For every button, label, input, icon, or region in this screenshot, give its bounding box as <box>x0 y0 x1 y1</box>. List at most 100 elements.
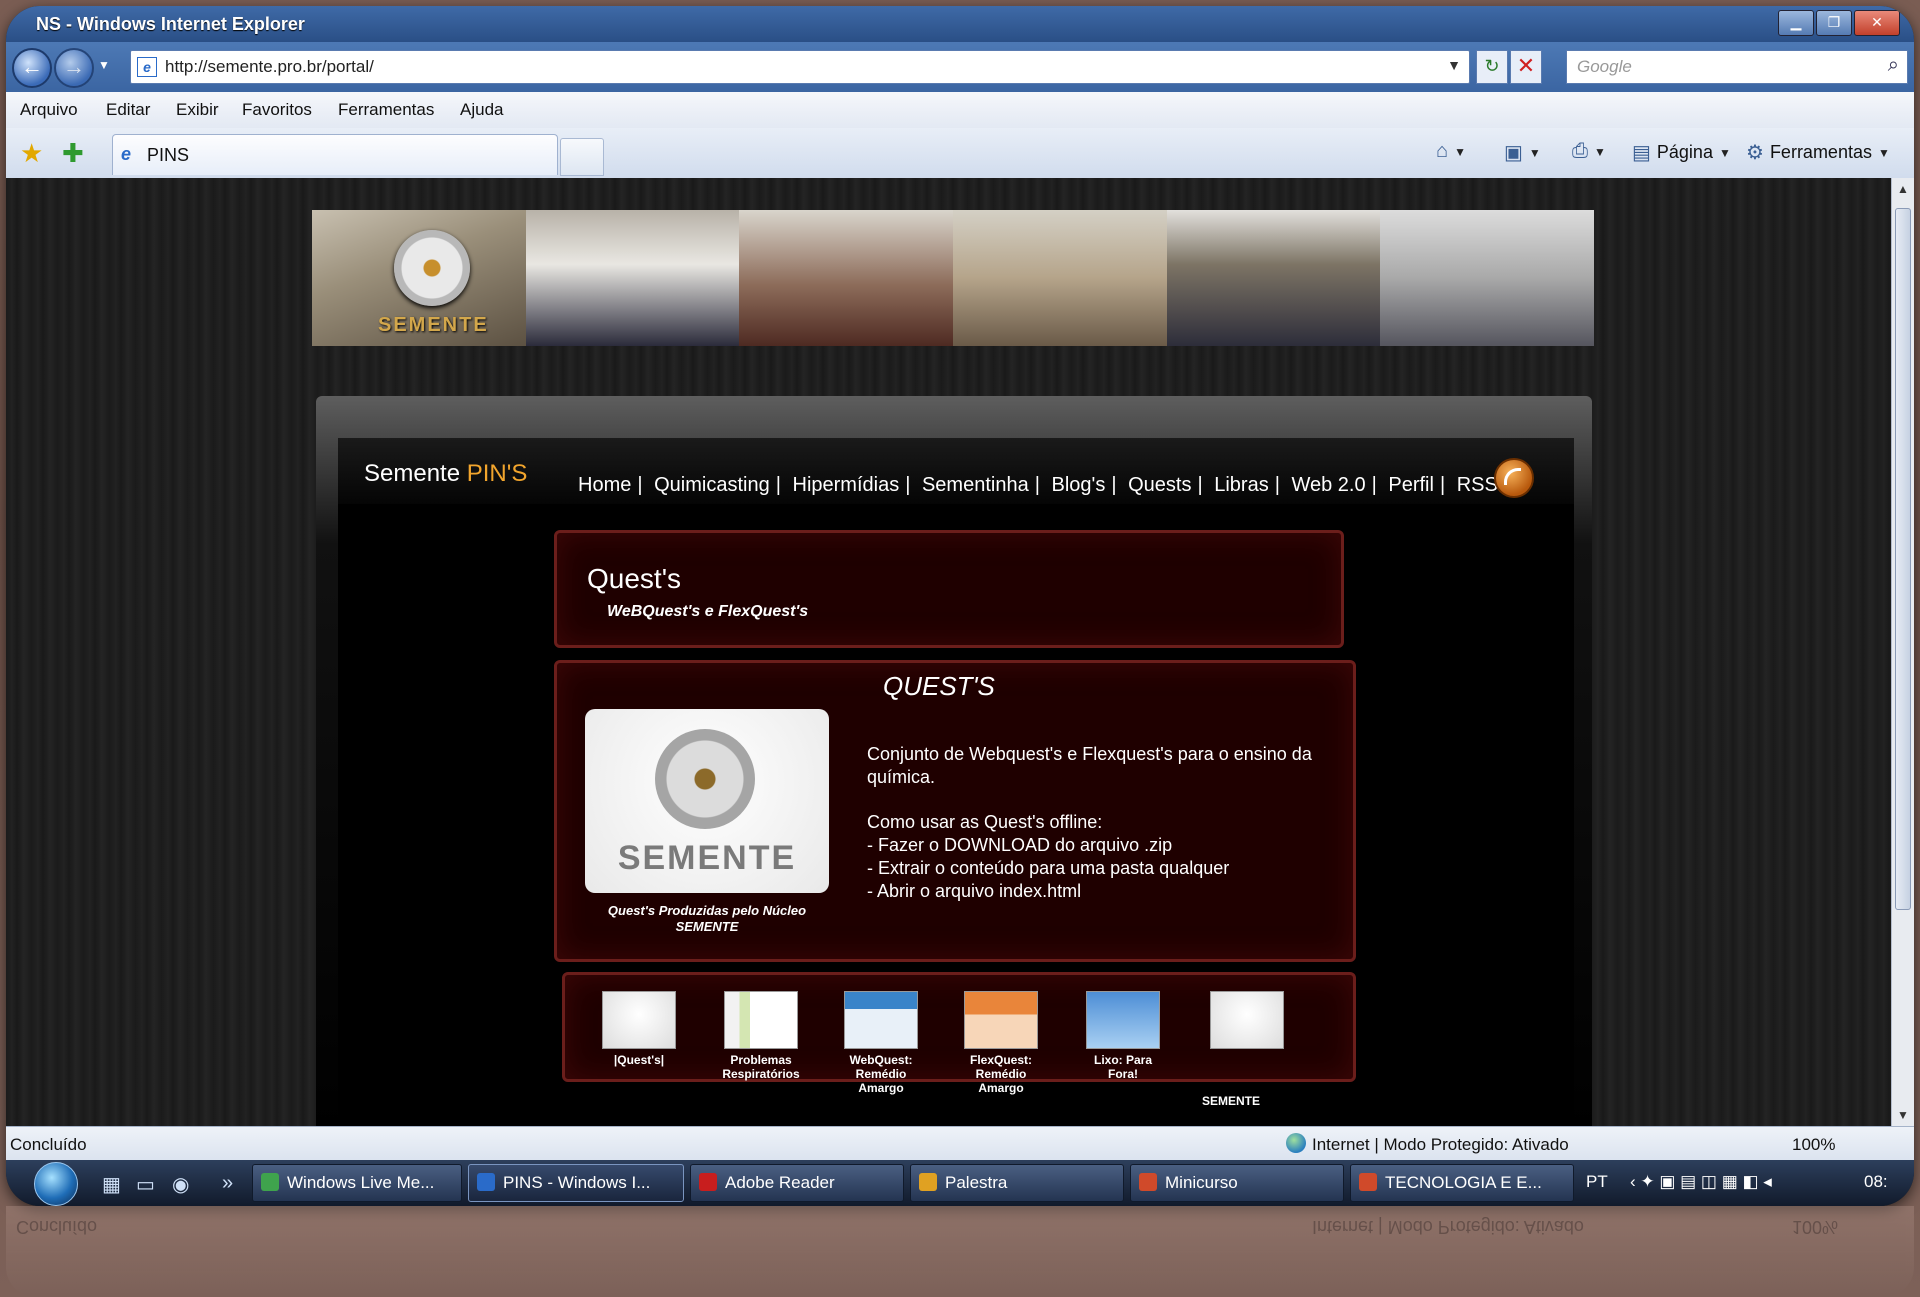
thumbnail-image <box>964 991 1038 1049</box>
nav-libras[interactable]: Libras <box>1214 474 1268 496</box>
quest-thumb[interactable]: Lixo: Para Fora! <box>1083 991 1163 1081</box>
print-button[interactable]: ⎙ ▼ <box>1572 140 1606 163</box>
forward-icon[interactable]: → <box>54 48 94 88</box>
nav-blogs[interactable]: Blog's <box>1051 474 1105 496</box>
nav-perfil[interactable]: Perfil <box>1388 474 1434 496</box>
banner-photo <box>953 210 1167 346</box>
chevron-down-icon[interactable]: ▼ <box>1529 146 1541 160</box>
quest-thumb[interactable]: FlexQuest: Remédio Amargo <box>961 991 1041 1095</box>
tab-pins[interactable]: e PINS <box>112 134 558 175</box>
nav-sementinha[interactable]: Sementinha <box>922 474 1029 496</box>
menu-favoritos[interactable]: Favoritos <box>242 100 312 120</box>
taskbar-item[interactable]: Palestra <box>910 1164 1124 1202</box>
taskbar-item[interactable]: Windows Live Me... <box>252 1164 462 1202</box>
thumbnail-image <box>724 991 798 1049</box>
menu-ajuda[interactable]: Ajuda <box>460 100 503 120</box>
clock[interactable]: 08: <box>1864 1172 1888 1192</box>
close-button[interactable]: ✕ <box>1854 10 1900 36</box>
menu-exibir[interactable]: Exibir <box>176 100 219 120</box>
banner-photo <box>739 210 954 346</box>
pdf-icon <box>699 1173 717 1191</box>
chevron-down-icon[interactable]: ▼ <box>1447 57 1461 73</box>
zoom-level[interactable]: 100% <box>1792 1135 1835 1155</box>
banner-photo <box>1166 210 1381 346</box>
taskbar-item[interactable]: Minicurso <box>1130 1164 1344 1202</box>
taskbar-item[interactable]: TECNOLOGIA E E... <box>1350 1164 1574 1202</box>
thumb-caption: |Quest's| <box>613 1053 665 1067</box>
screen: NS - Windows Internet Explorer ▁ ❐ ✕ ← →… <box>6 6 1914 1206</box>
tray-icons[interactable]: ‹ ✦ ▣ ▤ ◫ ▦ ◧ ◂ <box>1630 1172 1772 1192</box>
nav-web20[interactable]: Web 2.0 <box>1291 474 1365 496</box>
quest-thumb[interactable]: |Quest's| <box>599 991 679 1077</box>
quick-launch-more-icon[interactable]: » <box>222 1172 233 1195</box>
banner-photo <box>1380 210 1594 346</box>
scroll-down-icon[interactable]: ▼ <box>1897 1108 1909 1122</box>
taskbar-item[interactable]: Adobe Reader <box>690 1164 904 1202</box>
page-menu-button[interactable]: ▤ Página ▼ <box>1632 140 1731 165</box>
page-icon: ▤ <box>1632 142 1651 164</box>
favorites-star-icon[interactable]: ★ <box>20 138 43 169</box>
disc-logo-icon <box>394 230 470 306</box>
language-indicator[interactable]: PT <box>1586 1172 1608 1192</box>
menu-arquivo[interactable]: Arquivo <box>20 100 78 120</box>
search-icon[interactable]: ⌕ <box>1888 54 1899 77</box>
logo-word: SEMENTE <box>617 839 797 877</box>
chevron-down-icon[interactable]: ▼ <box>1594 145 1606 159</box>
home-button[interactable]: ⌂ ▼ <box>1436 140 1466 163</box>
menu-ferramentas[interactable]: Ferramentas <box>338 100 434 120</box>
scroll-up-icon[interactable]: ▲ <box>1897 182 1909 196</box>
maximize-button[interactable]: ❐ <box>1816 10 1852 36</box>
security-zone[interactable]: Internet | Modo Protegido: Ativado <box>1312 1135 1569 1155</box>
nav-home[interactable]: Home <box>578 474 631 496</box>
new-tab-button[interactable] <box>560 138 604 176</box>
section-subtitle: WeBQuest's e FlexQuest's <box>607 603 809 620</box>
nav-quests[interactable]: Quests <box>1128 474 1191 496</box>
step-item: - Abrir o arquivo index.html <box>867 881 1082 901</box>
show-desktop-icon[interactable]: ▦ <box>102 1172 121 1197</box>
back-icon[interactable]: ← <box>12 48 52 88</box>
nav-hipermidias[interactable]: Hipermídias <box>793 474 900 496</box>
tools-menu-button[interactable]: ⚙ Ferramentas ▼ <box>1746 140 1890 165</box>
search-box[interactable]: Google ⌕ <box>1566 50 1908 84</box>
quest-thumb[interactable]: Problemas Respiratórios <box>721 991 801 1081</box>
page-icon: e <box>137 57 157 77</box>
chevron-down-icon[interactable]: ▼ <box>1454 145 1466 159</box>
feeds-button[interactable]: ▣ ▼ <box>1504 140 1541 165</box>
chevron-down-icon: ▼ <box>1718 145 1731 160</box>
start-button[interactable] <box>34 1162 78 1206</box>
rss-icon[interactable] <box>1494 458 1534 498</box>
desc-paragraph: Conjunto de Webquest's e Flexquest's par… <box>867 744 1312 787</box>
nav-rss[interactable]: RSS <box>1457 474 1498 496</box>
search-input[interactable]: Google <box>1577 57 1632 77</box>
thumb-caption: Lixo: Para Fora! <box>1093 1053 1153 1081</box>
media-player-icon[interactable]: ◉ <box>172 1172 189 1197</box>
switch-windows-icon[interactable]: ▭ <box>136 1172 155 1197</box>
add-favorite-icon[interactable]: ✚ <box>62 138 84 169</box>
footer-label: SEMENTE <box>1202 1094 1261 1108</box>
taskbar-label: Palestra <box>945 1173 1008 1192</box>
site-brand[interactable]: Semente PIN'S <box>364 460 527 488</box>
scrollbar-thumb[interactable] <box>1895 208 1911 910</box>
address-bar[interactable]: e http://semente.pro.br/portal/ ▼ <box>130 50 1470 84</box>
quest-thumb[interactable]: WebQuest: Remédio Amargo <box>841 991 921 1095</box>
disc-logo-icon <box>655 729 755 829</box>
presentation-icon <box>1359 1173 1377 1191</box>
stop-icon[interactable]: ✕ <box>1510 50 1542 84</box>
history-dropdown-icon[interactable]: ▼ <box>98 58 110 72</box>
quest-thumb[interactable] <box>1207 991 1287 1077</box>
thumb-caption: WebQuest: Remédio Amargo <box>849 1053 913 1095</box>
taskbar-item[interactable]: PINS - Windows I... <box>468 1164 684 1202</box>
refresh-icon[interactable]: ↻ <box>1476 50 1508 84</box>
section-header-box: Quest's WeBQuest's e FlexQuest's <box>554 530 1344 648</box>
feed-icon: ▣ <box>1504 142 1523 164</box>
semente-logo: SEMENTE <box>585 709 829 893</box>
ie-icon <box>477 1173 495 1191</box>
taskbar-label: Minicurso <box>1165 1173 1238 1192</box>
menu-editar[interactable]: Editar <box>106 100 150 120</box>
home-icon: ⌂ <box>1436 140 1449 162</box>
nav-quimicasting[interactable]: Quimicasting <box>654 474 770 496</box>
minimize-button[interactable]: ▁ <box>1778 10 1814 36</box>
vertical-scrollbar[interactable]: ▲ ▼ <box>1891 178 1914 1126</box>
address-url[interactable]: http://semente.pro.br/portal/ <box>165 57 374 77</box>
reflection-zoom: 100% <box>1792 1217 1839 1237</box>
